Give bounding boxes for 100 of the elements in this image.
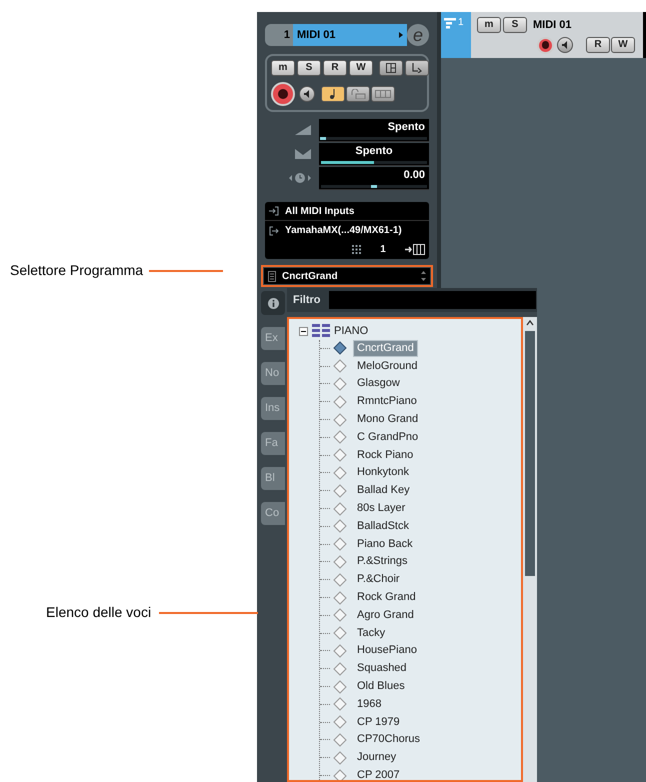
record-button[interactable]	[271, 82, 295, 106]
preset-item[interactable]: C GrandPno	[353, 428, 422, 446]
input-icon	[269, 206, 279, 216]
output-icon	[411, 63, 423, 73]
monitor-button[interactable]	[299, 86, 315, 102]
midi-channel[interactable]: 1	[369, 242, 397, 257]
preset-item[interactable]: Honkytonk	[353, 464, 413, 482]
preset-item[interactable]: Rock Piano	[353, 446, 418, 464]
scrollbar[interactable]	[523, 317, 537, 782]
preset-icon	[333, 572, 347, 587]
monitor-button[interactable]	[557, 37, 573, 53]
preset-item[interactable]: BalladStck	[353, 518, 413, 535]
volume-icon	[295, 125, 311, 135]
info-tab[interactable]	[261, 291, 285, 315]
toggle-button[interactable]: R	[323, 60, 347, 76]
track-name: MIDI 01	[297, 28, 336, 43]
info-icon	[268, 298, 278, 308]
preset-item[interactable]: Journey	[353, 749, 400, 766]
track-header[interactable]: 1 m S MIDI 01 R W	[441, 12, 646, 58]
preset-item[interactable]: HousePiano	[353, 642, 421, 660]
preset-item[interactable]: Ballad Key	[353, 482, 414, 500]
toggle-button[interactable]: R	[586, 37, 610, 53]
preset-icon	[333, 750, 347, 765]
preset-item[interactable]: Glasgow	[353, 375, 404, 392]
grid-icon	[375, 90, 391, 98]
preset-icon	[333, 626, 347, 640]
minus-icon	[301, 328, 306, 334]
fader-reading: Spento	[355, 146, 393, 156]
preset-icon	[333, 448, 347, 462]
preset-icon	[333, 680, 347, 694]
preset-item[interactable]: Old Blues	[353, 678, 409, 696]
layout-icon	[386, 63, 396, 73]
toggle-button[interactable]: W	[611, 37, 635, 53]
layout-button[interactable]	[379, 60, 403, 76]
program-name: CncrtGrand	[282, 270, 339, 284]
preset-icon	[333, 608, 347, 622]
velocity-icon	[295, 149, 311, 159]
preset-item[interactable]: Tacky	[353, 624, 390, 642]
list-icon	[268, 270, 276, 282]
fader-reading: 0.00	[404, 170, 425, 180]
keyboard-icon	[405, 244, 425, 255]
preset-icon	[333, 341, 347, 356]
filter-field[interactable]	[328, 291, 536, 309]
record-icon	[542, 41, 550, 49]
midi-output[interactable]: YamahaMX(...49/MX61-1)	[285, 223, 402, 238]
preset-icon	[333, 768, 347, 780]
fader-field[interactable]: Spento	[319, 118, 429, 142]
track-number: 1	[458, 18, 464, 28]
spinner-icon	[421, 270, 426, 282]
preset-item[interactable]: P.&Strings	[353, 553, 412, 570]
track-name: MIDI 01	[533, 18, 572, 33]
note-button[interactable]	[321, 86, 345, 102]
output-icon	[269, 226, 279, 236]
preset-icon	[333, 537, 347, 552]
preset-icon	[333, 430, 347, 444]
preset-icon	[333, 502, 347, 516]
grid-icon	[352, 245, 361, 254]
preset-item[interactable]: P.&Choir	[353, 571, 404, 588]
preset-item[interactable]: Squashed	[353, 660, 411, 678]
toggle-button[interactable]: S	[297, 60, 321, 76]
preset-item[interactable]: Agro Grand	[353, 606, 418, 624]
track-name-bar[interactable]: 1 MIDI 01	[265, 24, 407, 46]
toggle-button[interactable]: S	[503, 17, 527, 34]
program-selector[interactable]: CncrtGrand	[264, 268, 430, 284]
preset-icon	[333, 394, 347, 409]
preset-item[interactable]: MeloGround	[353, 358, 422, 375]
output-button[interactable]	[405, 60, 429, 76]
preset-item[interactable]: CP 2007	[353, 767, 404, 780]
toggle-button[interactable]: W	[349, 60, 373, 76]
midi-input[interactable]: All MIDI Inputs	[285, 204, 354, 218]
lock-button[interactable]	[346, 86, 370, 102]
track-number: 1	[282, 28, 291, 43]
preset-icon	[333, 715, 347, 730]
preset-item[interactable]: 1968	[353, 696, 386, 713]
fader-field[interactable]: Spento	[319, 142, 429, 166]
toggle-button[interactable]: m	[271, 60, 295, 76]
speaker-icon	[561, 41, 569, 49]
preset-icon	[333, 644, 347, 658]
record-button[interactable]	[537, 36, 554, 54]
preset-item[interactable]: RmntcPiano	[353, 393, 421, 410]
padlock-icon	[350, 89, 366, 99]
fader-field[interactable]: 0.00	[319, 166, 429, 190]
preset-item[interactable]: CP 1979	[353, 714, 404, 731]
preset-icon	[333, 732, 347, 747]
preset-item[interactable]: Mono Grand	[353, 411, 422, 428]
preset-icon	[333, 590, 347, 605]
preset-icon	[333, 466, 347, 480]
grid-button[interactable]	[371, 86, 395, 102]
callout-label: Selettore Programma	[10, 261, 144, 280]
preset-item[interactable]: CP70Chorus	[353, 731, 424, 748]
preset-item[interactable]: Rock Grand	[353, 589, 420, 606]
preset-icon	[333, 662, 347, 676]
preset-item[interactable]: Piano Back	[353, 536, 417, 553]
collapse-toggle[interactable]	[299, 326, 308, 336]
record-icon	[278, 88, 288, 100]
preset-item[interactable]: 80s Layer	[353, 500, 410, 518]
preset-icon	[333, 697, 347, 712]
fader-reading: Spento	[388, 122, 425, 132]
toggle-button[interactable]: m	[477, 17, 501, 34]
callout-label: Elenco delle voci	[46, 603, 152, 622]
